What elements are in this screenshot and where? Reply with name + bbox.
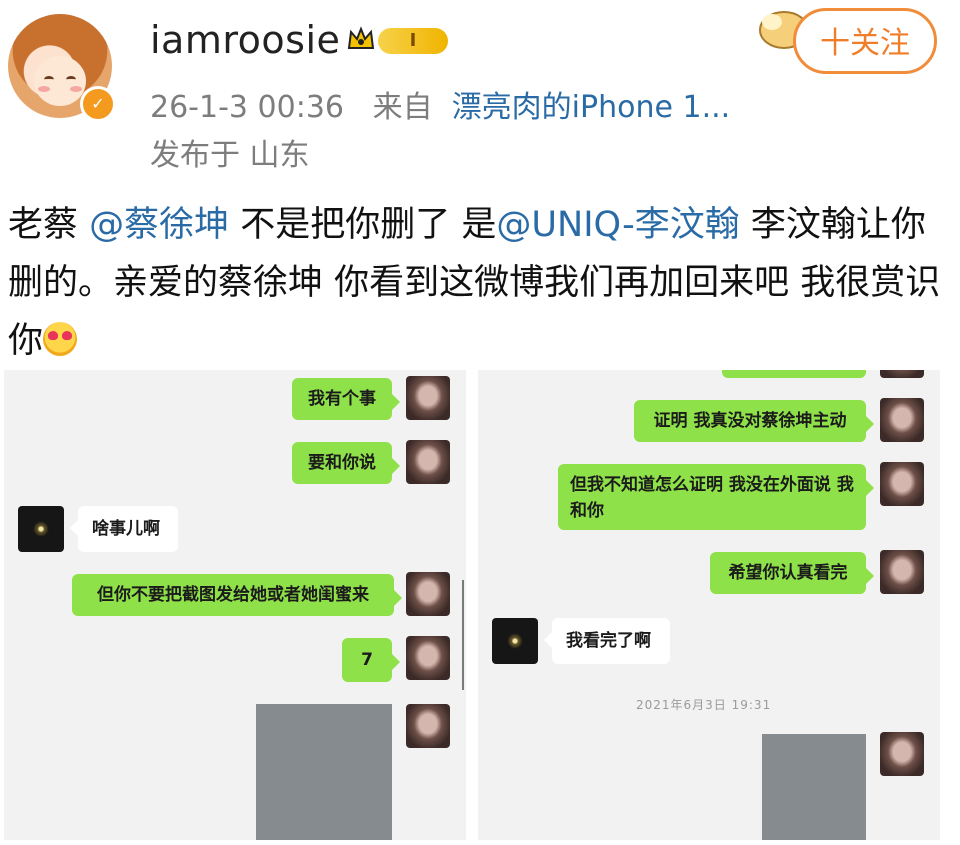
chat-avatar <box>406 572 450 616</box>
avatar-blush-right <box>70 86 82 92</box>
follow-button[interactable]: 十关注 <box>793 8 937 74</box>
chat-bubble-sent: 我有个事 <box>292 378 400 420</box>
post-text-part: 老蔡 <box>8 205 90 245</box>
mention-link[interactable]: @UNIQ-李汶翰 <box>496 205 739 245</box>
chat-bubble-sent: 7 <box>342 638 400 682</box>
heart-eyes-emoji <box>43 322 78 356</box>
chat-avatar <box>406 636 450 680</box>
crown-icon <box>347 26 375 49</box>
chat-bubble-sent <box>722 370 866 378</box>
verified-icon: ✓ <box>80 86 116 122</box>
chat-avatar <box>880 550 924 594</box>
mention-link[interactable]: @蔡徐坤 <box>89 205 229 245</box>
chat-avatar <box>406 376 450 420</box>
chat-bubble-sent: 要和你说 <box>292 442 400 484</box>
chat-avatar <box>880 732 924 776</box>
avatar-blush-left <box>38 86 50 92</box>
chat-bubble-received: 啥事儿啊 <box>70 506 178 552</box>
from-label: 来自 <box>372 90 433 125</box>
chat-avatar <box>880 370 924 378</box>
chat-bubble-sent: 但我不知道怎么证明 我没在外面说 我和你 <box>558 464 874 530</box>
chat-screenshot-right[interactable]: 证明 我真没对蔡徐坤主动 但我不知道怎么证明 我没在外面说 我和你 希望你认真看… <box>478 370 940 840</box>
post-text-part: 不是把你删了 是 <box>229 205 497 245</box>
level-badge[interactable]: I <box>378 28 448 54</box>
chat-avatar <box>880 462 924 506</box>
chat-timestamp: 2021年6月3日 19:31 <box>636 698 772 712</box>
post-timestamp: 26-1-3 00:36 <box>150 90 344 125</box>
chat-bubble-received: 我看完了啊 <box>544 618 670 664</box>
chat-avatar <box>406 704 450 748</box>
chat-bubble-sent: 希望你认真看完 <box>710 552 874 594</box>
chat-bubble-sent: 但你不要把截图发给她或者她闺蜜来 <box>72 574 402 616</box>
chat-avatar-contact <box>492 618 538 664</box>
chat-avatar <box>406 440 450 484</box>
chat-bubble-sent: 证明 我真没对蔡徐坤主动 <box>634 400 874 442</box>
image-message[interactable] <box>762 734 866 840</box>
chat-screenshot-left[interactable]: 我有个事 要和你说 啥事儿啊 但你不要把截图发给她或者她闺蜜来 7 <box>4 370 466 840</box>
image-message[interactable] <box>256 704 392 840</box>
scrollbar[interactable] <box>462 580 464 690</box>
post-location: 发布于 山东 <box>150 138 310 173</box>
chat-avatar-contact <box>18 506 64 552</box>
chat-avatar <box>880 398 924 442</box>
post-source[interactable]: 漂亮肉的iPhone 1... <box>452 90 731 125</box>
post-meta: 26-1-3 00:36 来自 漂亮肉的iPhone 1... <box>150 82 730 126</box>
avatar-face <box>34 56 86 106</box>
avatar-eye-left <box>44 76 54 83</box>
post-text: 老蔡 @蔡徐坤 不是把你删了 是@UNIQ-李汶翰 李汶翰让你删的。亲爱的蔡徐坤… <box>8 196 958 370</box>
avatar-eye-right <box>66 76 76 83</box>
username[interactable]: iamroosie <box>150 18 340 62</box>
